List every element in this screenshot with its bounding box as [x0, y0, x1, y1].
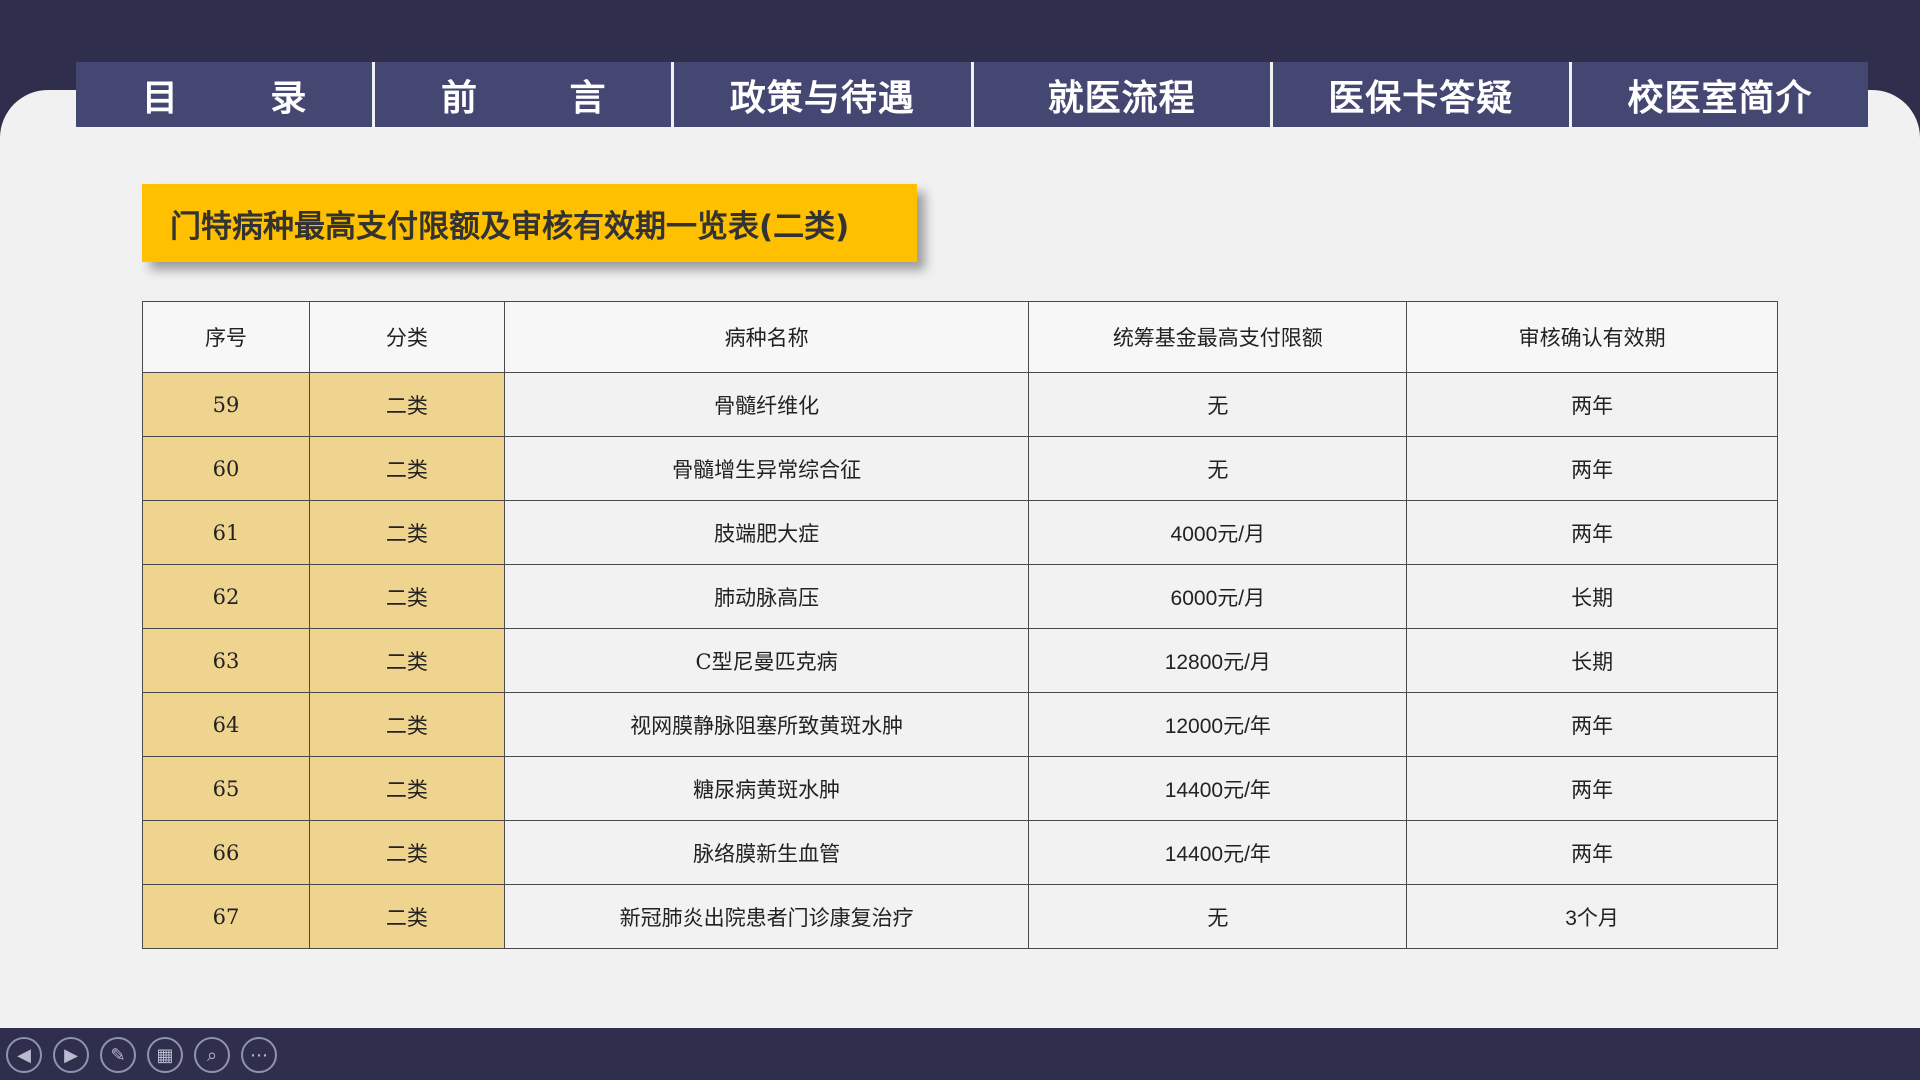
- cell-validity-period: 长期: [1406, 564, 1778, 629]
- slideshow-toolbar: ◀ ▶ ✎ ▦ ⌕ ⋯: [0, 1030, 1920, 1080]
- cell-disease-name: 视网膜静脉阻塞所致黄斑水肿: [503, 692, 1030, 757]
- more-options-button[interactable]: ⋯: [241, 1037, 277, 1073]
- next-slide-icon: ▶: [64, 1044, 78, 1066]
- cell-disease-name: C型尼曼匹克病: [503, 628, 1030, 693]
- cell-disease-name: 脉络膜新生血管: [503, 820, 1030, 885]
- prev-slide-icon: ◀: [17, 1044, 31, 1066]
- header-disease-name: 病种名称: [503, 301, 1030, 373]
- header-validity-period: 审核确认有效期: [1406, 301, 1778, 373]
- cell-category: 二类: [308, 692, 505, 757]
- table-header-row: 序号 分类 病种名称 统筹基金最高支付限额 审核确认有效期: [142, 301, 1778, 373]
- disease-limit-table: 序号 分类 病种名称 统筹基金最高支付限额 审核确认有效期 59 二类 骨髓纤维化无…: [142, 301, 1778, 949]
- top-navigation: 目 录前 言政策与待遇 就医流程 医保卡答疑 校医室简介: [76, 62, 1869, 130]
- table-row: 65 二类 糖尿病黄斑水肿 14400元/年 两年: [142, 756, 1778, 821]
- table-row: 66 二类 脉络膜新生血管 14400元/年 两年: [142, 820, 1778, 885]
- nav-tab-3[interactable]: 就医流程: [973, 62, 1273, 130]
- more-options-icon: ⋯: [250, 1044, 268, 1066]
- cell-disease-name: 骨髓纤维化: [503, 372, 1030, 437]
- pen-tool-button[interactable]: ✎: [100, 1037, 136, 1073]
- prev-slide-button[interactable]: ◀: [6, 1037, 42, 1073]
- cell-index: 67: [142, 884, 310, 949]
- cell-payment-limit: 无: [1028, 372, 1408, 437]
- cell-index: 64: [142, 692, 310, 757]
- cell-payment-limit: 无: [1028, 884, 1408, 949]
- cell-index: 62: [142, 564, 310, 629]
- header-index: 序号: [142, 301, 310, 373]
- cell-disease-name: 骨髓增生异常综合征: [503, 436, 1030, 501]
- cell-category: 二类: [308, 820, 505, 885]
- cell-validity-period: 两年: [1406, 820, 1778, 885]
- cell-validity-period: 两年: [1406, 692, 1778, 757]
- cell-validity-period: 两年: [1406, 436, 1778, 501]
- slide-overview-icon: ▦: [156, 1044, 174, 1066]
- zoom-icon: ⌕: [206, 1044, 218, 1066]
- header-payment-limit: 统筹基金最高支付限额: [1028, 301, 1408, 373]
- nav-tab-4[interactable]: 医保卡答疑: [1272, 62, 1572, 130]
- table-row: 62 二类 肺动脉高压 6000元/月 长期: [142, 564, 1778, 629]
- cell-validity-period: 两年: [1406, 756, 1778, 821]
- cell-payment-limit: 14400元/年: [1028, 820, 1408, 885]
- cell-disease-name: 糖尿病黄斑水肿: [503, 756, 1030, 821]
- cell-payment-limit: 4000元/月: [1028, 500, 1408, 565]
- table-row: 64 二类 视网膜静脉阻塞所致黄斑水肿 12000元/年 两年: [142, 692, 1778, 757]
- cell-category: 二类: [308, 500, 505, 565]
- cell-index: 59: [142, 372, 310, 437]
- cell-category: 二类: [308, 372, 505, 437]
- nav-tab-1[interactable]: 前 言: [375, 62, 675, 130]
- cell-payment-limit: 6000元/月: [1028, 564, 1408, 629]
- cell-index: 63: [142, 628, 310, 693]
- cell-category: 二类: [308, 756, 505, 821]
- cell-disease-name: 肢端肥大症: [503, 500, 1030, 565]
- pen-tool-icon: ✎: [110, 1044, 126, 1066]
- cell-validity-period: 长期: [1406, 628, 1778, 693]
- cell-payment-limit: 12000元/年: [1028, 692, 1408, 757]
- nav-tab-0[interactable]: 目 录: [76, 62, 376, 130]
- cell-index: 66: [142, 820, 310, 885]
- cell-disease-name: 新冠肺炎出院患者门诊康复治疗: [503, 884, 1030, 949]
- nav-tab-5[interactable]: 校医室简介: [1571, 62, 1869, 130]
- table-row: 61 二类 肢端肥大症 4000元/月 两年: [142, 500, 1778, 565]
- cell-payment-limit: 14400元/年: [1028, 756, 1408, 821]
- table-row: 60 二类 骨髓增生异常综合征无两年: [142, 436, 1778, 501]
- cell-index: 61: [142, 500, 310, 565]
- cell-category: 二类: [308, 436, 505, 501]
- cell-validity-period: 两年: [1406, 500, 1778, 565]
- cell-category: 二类: [308, 628, 505, 693]
- cell-validity-period: 两年: [1406, 372, 1778, 437]
- table-row: 63 二类 C型尼曼匹克病 12800元/月 长期: [142, 628, 1778, 693]
- table-row: 67 二类 新冠肺炎出院患者门诊康复治疗无 3个月: [142, 884, 1778, 949]
- table-row: 59 二类 骨髓纤维化无两年: [142, 372, 1778, 437]
- zoom-button[interactable]: ⌕: [194, 1037, 230, 1073]
- slide-overview-button[interactable]: ▦: [147, 1037, 183, 1073]
- cell-payment-limit: 12800元/月: [1028, 628, 1408, 693]
- nav-tab-2[interactable]: 政策与待遇: [674, 62, 974, 130]
- cell-index: 60: [142, 436, 310, 501]
- title-banner: 门特病种最高支付限额及审核有效期一览表(二类): [142, 184, 917, 262]
- table-title: 门特病种最高支付限额及审核有效期一览表(二类): [170, 208, 850, 245]
- cell-index: 65: [142, 756, 310, 821]
- cell-validity-period: 3个月: [1406, 884, 1778, 949]
- header-category: 分类: [308, 301, 505, 373]
- cell-category: 二类: [308, 884, 505, 949]
- next-slide-button[interactable]: ▶: [53, 1037, 89, 1073]
- cell-payment-limit: 无: [1028, 436, 1408, 501]
- cell-category: 二类: [308, 564, 505, 629]
- cell-disease-name: 肺动脉高压: [503, 564, 1030, 629]
